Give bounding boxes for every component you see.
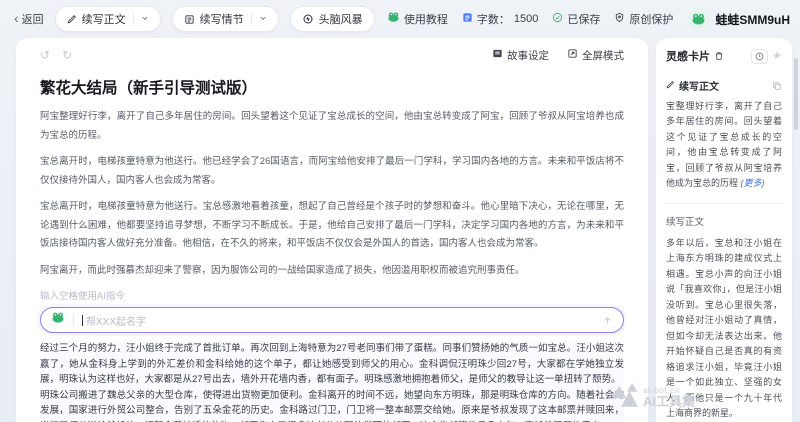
continue-plot-button[interactable]: 续写情节 <box>172 6 279 32</box>
document-body[interactable]: 阿宝整理好行李，离开了自己多年居住的房间。回头望着这个见证了宝总成长的空间，他由… <box>40 108 624 280</box>
inspiration-card[interactable]: 续写正文 多年以后，宝总和汪小姐在上海东方明珠的建成仪式上相遇。宝总小声的向汪小… <box>666 214 782 422</box>
story-settings-label: 故事设定 <box>507 48 549 63</box>
card-type-label: 续写正文 <box>679 78 719 93</box>
scrollbar-thumb[interactable] <box>794 58 798 130</box>
save-status-label: 已保存 <box>567 11 600 27</box>
story-settings-button[interactable]: 故事设定 <box>492 48 549 63</box>
pen-icon <box>67 14 77 24</box>
card-text: 宝整理好行李，离开了自己多年居住的房间。回头望着这个见证了宝总成长的空间，他由宝… <box>666 101 782 188</box>
continue-plot-label: 续写情节 <box>200 11 244 27</box>
continue-text-button[interactable]: 续写正文 <box>55 6 161 32</box>
paragraph[interactable]: 阿宝整理好行李，离开了自己多年居住的房间。回头望着这个见证了宝总成长的空间，他由… <box>40 108 624 145</box>
fullscreen-button[interactable]: 全屏模式 <box>567 48 624 63</box>
word-count-label: 字数： <box>477 11 510 27</box>
pill-divider <box>133 13 134 25</box>
inspiration-card[interactable]: 续写正文 宝整理好行李，离开了自己多年居住的房间。回头望着这个见证了宝总成长的空… <box>666 78 782 192</box>
save-status: 已保存 <box>552 11 600 27</box>
word-count: 字数： 1500 <box>462 11 538 27</box>
inspiration-title: 灵感卡片 <box>666 48 710 64</box>
username: 蛙蛙SMM9uH <box>715 11 790 28</box>
saved-check-icon <box>552 12 563 26</box>
ai-command-hint: 输入空格使用AI指令 <box>40 288 624 302</box>
input-divider <box>73 314 74 326</box>
inspiration-panel: 灵感卡片 ★ 续写正文 宝整理好行李，离开了自己多年居住的房间。回头望着这个见证… <box>656 38 792 422</box>
tutorial-label: 使用教程 <box>404 11 448 27</box>
undo-icon[interactable]: ↺ <box>40 48 50 62</box>
paragraph[interactable]: 宝总离开时，电梯孩童特意为他送行。他已经学会了26国语言，而阿宝给他安排了最后一… <box>40 153 624 190</box>
frog-icon <box>51 311 65 330</box>
editor-toolbar: ↺ ↻ 故事设定 全屏模式 <box>40 46 624 64</box>
word-count-value: 1500 <box>514 13 538 25</box>
document-title[interactable]: 繁花大结局（新手引导测试版） <box>40 76 624 98</box>
card-paragraph: 多年以后，宝总和汪小姐在上海东方明珠的建成仪式上相遇。宝总小声的向汪小姐说「我喜… <box>666 236 782 422</box>
plot-list-icon <box>184 14 195 25</box>
send-arrow-icon[interactable] <box>602 315 613 326</box>
shield-icon <box>614 12 625 26</box>
redo-icon[interactable]: ↻ <box>62 48 72 62</box>
top-toolbar: ‹ 返回 续写正文 续写情节 头脑风暴 使用教程 字数： 1500 已保存 <box>0 0 800 38</box>
fullscreen-label: 全屏模式 <box>582 48 624 63</box>
fullscreen-icon <box>567 48 578 62</box>
brainstorm-label: 头脑风暴 <box>319 11 363 27</box>
avatar <box>687 8 709 30</box>
chevron-down-icon[interactable] <box>141 13 149 25</box>
inspiration-header: 灵感卡片 ★ <box>666 48 782 64</box>
copyright-protection-label: 原创保护 <box>629 11 673 27</box>
word-count-icon <box>462 12 473 26</box>
continue-text-label: 续写正文 <box>82 11 126 27</box>
paragraph[interactable]: 宝总离开时，电梯孩童特意为他送行。宝总感激地看着孩童，想起了自己曾经是个孩子时的… <box>40 198 624 254</box>
back-label: 返回 <box>22 11 44 27</box>
copy-icon[interactable] <box>772 81 782 91</box>
ai-input-placeholder: 帮XXX起名字 <box>86 313 146 328</box>
text-caret <box>82 315 83 326</box>
tutorial-button[interactable]: 使用教程 <box>387 11 448 27</box>
topbar-right: 使用教程 字数： 1500 已保存 原创保护 蛙蛙SMM9uH <box>387 8 790 30</box>
card-divider <box>664 203 784 204</box>
user-menu[interactable]: 蛙蛙SMM9uH <box>687 8 790 30</box>
card-type-label: 续写正文 <box>666 214 782 228</box>
generated-paragraph[interactable]: 明珠公司搬进了魏总父亲的大型仓库，使得进出货物更加便利。金科离开的时间不远，她望… <box>40 388 624 422</box>
story-settings-icon <box>492 48 503 62</box>
favorite-star-icon[interactable]: ★ <box>772 51 782 62</box>
back-chevron-icon: ‹ <box>14 11 19 25</box>
pen-icon <box>666 80 675 92</box>
editor-panel: ↺ ↻ 故事设定 全屏模式 繁花大结局（新手引导测试版） 阿宝整理好行李，离开了… <box>16 38 648 422</box>
tutorial-frog-icon <box>387 11 400 27</box>
brainstorm-button[interactable]: 头脑风暴 <box>290 6 375 32</box>
pill-divider <box>251 13 252 25</box>
paragraph[interactable]: 阿宝离开，而此时强慕杰却迎来了警察，因为服饰公司的一战给国家造成了损失，他因滥用… <box>40 262 624 281</box>
generated-paragraph[interactable]: 经过三个月的努力，汪小姐终于完成了首批订单。再次回到上海特意为27号老同事们带了… <box>40 341 624 388</box>
brainstorm-icon <box>302 13 314 25</box>
back-button[interactable]: ‹ 返回 <box>14 11 44 27</box>
clear-cards-trash-icon[interactable] <box>714 51 724 61</box>
chevron-down-icon[interactable] <box>259 13 267 25</box>
card-body: 宝整理好行李，离开了自己多年居住的房间。回头望着这个见证了宝总成长的空间，他由宝… <box>666 99 782 192</box>
generated-text-block[interactable]: 经过三个月的努力，汪小姐终于完成了首批订单。再次回到上海特意为27号老同事们带了… <box>40 341 624 422</box>
more-link[interactable]: (更多) <box>741 178 765 188</box>
ai-command-input[interactable]: 帮XXX起名字 <box>40 307 624 333</box>
copyright-protection-button[interactable]: 原创保护 <box>614 11 673 27</box>
history-clock-icon[interactable] <box>751 49 768 64</box>
